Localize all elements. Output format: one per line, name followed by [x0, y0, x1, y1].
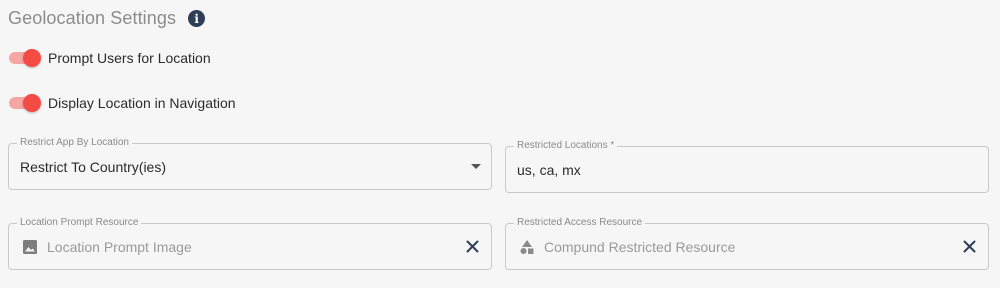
shapes-icon	[519, 239, 535, 255]
prompt-users-label: Prompt Users for Location	[48, 50, 211, 66]
restricted-access-resource-placeholder: Compund Restricted Resource	[544, 238, 736, 255]
section-header: Geolocation Settings i	[8, 8, 206, 29]
restricted-locations-input[interactable]: Restricted Locations * us, ca, mx	[505, 140, 989, 193]
image-icon	[22, 239, 38, 255]
restrict-app-value: Restrict To Country(ies)	[20, 158, 167, 175]
dropdown-arrow-icon[interactable]	[471, 163, 481, 169]
prompt-users-toggle-row: Prompt Users for Location	[8, 49, 211, 67]
location-prompt-resource-field[interactable]: Location Prompt Resource Location Prompt…	[8, 217, 492, 270]
restricted-access-resource-field[interactable]: Restricted Access Resource Compund Restr…	[505, 217, 989, 270]
restrict-app-select[interactable]: Restrict App By Location Restrict To Cou…	[8, 137, 492, 190]
clear-restricted-access-button[interactable]	[962, 240, 976, 254]
display-location-toggle-row: Display Location in Navigation	[8, 94, 236, 112]
section-title: Geolocation Settings	[8, 8, 177, 28]
display-location-toggle[interactable]	[8, 94, 42, 112]
close-icon	[963, 240, 975, 253]
info-icon[interactable]: i	[188, 10, 206, 27]
location-prompt-resource-label: Location Prompt Resource	[17, 217, 142, 229]
prompt-users-toggle[interactable]	[8, 49, 42, 67]
location-prompt-resource-placeholder: Location Prompt Image	[47, 238, 192, 255]
toggle-thumb	[23, 94, 41, 112]
restricted-locations-value: us, ca, mx	[517, 161, 581, 178]
restricted-access-resource-label: Restricted Access Resource	[514, 217, 646, 229]
display-location-label: Display Location in Navigation	[48, 95, 236, 111]
toggle-thumb	[23, 49, 41, 67]
clear-location-prompt-button[interactable]	[465, 240, 479, 254]
close-icon	[466, 240, 478, 253]
restrict-app-label: Restrict App By Location	[17, 137, 132, 149]
restricted-locations-label: Restricted Locations *	[514, 140, 618, 152]
